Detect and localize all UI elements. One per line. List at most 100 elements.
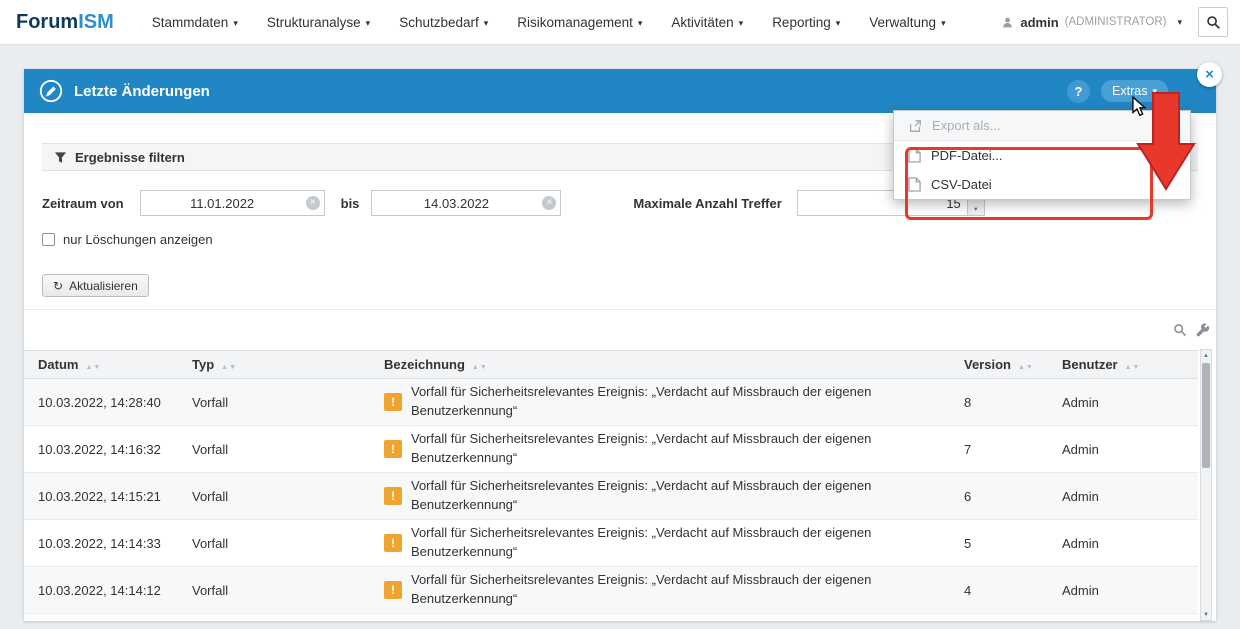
search-button[interactable] [1198,7,1228,37]
changes-table: Datum▲▼ Typ▲▼ Bezeichnung▲▼ Version▲▼ Be… [24,350,1198,614]
extras-label: Extras [1112,84,1147,98]
nav-item-verwaltung[interactable]: Verwaltung▾ [869,15,945,30]
cell-benutzer: Admin [1048,426,1198,473]
cell-benutzer: Admin [1048,379,1198,426]
column-label: Typ [192,357,214,372]
table-row[interactable]: 10.03.2022, 14:14:12 Vorfall !Vorfall fü… [24,567,1198,614]
cell-typ: Vorfall [178,567,370,614]
max-hits-label: Maximale Anzahl Treffer [633,196,781,211]
nav-item-label: Schutzbedarf [399,15,479,30]
to-label: bis [341,196,360,211]
results-table-section: Datum▲▼ Typ▲▼ Bezeichnung▲▼ Version▲▼ Be… [24,310,1216,614]
export-icon [908,119,922,133]
close-button[interactable]: × [1197,62,1222,87]
scroll-down-icon[interactable]: ▼ [1201,609,1211,620]
sort-icon: ▲▼ [85,364,101,371]
edit-circle-icon [38,78,64,104]
nav-item-risikomanagement[interactable]: Risikomanagement▾ [517,15,642,30]
nav-item-label: Aktivitäten [671,15,733,30]
column-header-bezeichnung[interactable]: Bezeichnung ▲▼ [370,351,950,379]
cell-typ: Vorfall [178,473,370,520]
table-row[interactable]: 10.03.2022, 14:28:40 Vorfall !Vorfall fü… [24,379,1198,426]
brand-part2: ISM [78,11,114,33]
column-label: Bezeichnung [384,357,465,372]
nav-item-stammdaten[interactable]: Stammdaten▾ [152,15,238,30]
user-name: admin [1020,15,1058,30]
nav-item-label: Risikomanagement [517,15,633,30]
cell-datum: 10.03.2022, 14:15:21 [24,473,178,520]
cell-version: 5 [950,520,1048,567]
chevron-down-icon: ▾ [836,18,841,28]
table-row[interactable]: 10.03.2022, 14:14:33 Vorfall !Vorfall fü… [24,520,1198,567]
cell-benutzer: Admin [1048,567,1198,614]
refresh-button[interactable]: ↻ Aktualisieren [42,274,149,297]
table-row[interactable]: 10.03.2022, 14:16:32 Vorfall !Vorfall fü… [24,426,1198,473]
table-search-icon[interactable] [1173,323,1187,337]
filter-row-checkbox: nur Löschungen anzeigen [42,232,1198,247]
table-tools [24,310,1216,342]
incident-warning-icon: ! [384,393,402,411]
filter-icon [54,151,67,164]
cell-typ: Vorfall [178,426,370,473]
menu-item-label: CSV-Datei [931,177,992,192]
cell-version: 4 [950,567,1048,614]
table-settings-wrench-icon[interactable] [1196,323,1210,337]
from-date-input[interactable] [140,190,325,216]
menu-item-label: PDF-Datei... [931,148,1003,163]
pdf-file-icon [908,148,921,163]
scrollbar-thumb[interactable] [1202,363,1210,468]
extras-button[interactable]: Extras ▾ [1101,80,1168,102]
sort-icon: ▲▼ [472,364,488,371]
navbar-right: admin (ADMINISTRATOR) ▾ [1001,7,1228,37]
cell-datum: 10.03.2022, 14:14:12 [24,567,178,614]
app-logo[interactable]: ForumISM [16,11,114,34]
main-menu: Stammdaten▾ Strukturanalyse▾ Schutzbedar… [152,15,946,30]
column-header-typ[interactable]: Typ▲▼ [178,351,370,379]
user-role: (ADMINISTRATOR) [1065,16,1167,28]
csv-file-icon [908,177,921,192]
menu-item-pdf-datei[interactable]: PDF-Datei... [894,141,1190,170]
nav-item-schutzbedarf[interactable]: Schutzbedarf ▾ [399,15,488,30]
column-header-benutzer[interactable]: Benutzer▲▼ [1048,351,1198,379]
dropdown-header-export-als: Export als... [894,111,1190,141]
sort-icon: ▲▼ [1125,364,1141,371]
filter-heading-label: Ergebnisse filtern [75,150,185,165]
user-menu[interactable]: admin (ADMINISTRATOR) ▾ [1001,15,1182,30]
help-button[interactable]: ? [1067,80,1090,103]
cell-typ: Vorfall [178,379,370,426]
incident-warning-icon: ! [384,581,402,599]
nav-item-label: Verwaltung [869,15,936,30]
from-date-wrap: × [140,190,325,216]
cell-bezeichnung: !Vorfall für Sicherheitsrelevantes Ereig… [370,379,950,426]
deletions-only-checkbox[interactable] [42,233,55,246]
nav-item-aktivitaeten[interactable]: Aktivitäten▾ [671,15,743,30]
chevron-down-icon: ▾ [1152,86,1157,96]
scroll-up-icon[interactable]: ▲ [1201,350,1211,361]
dropdown-header-label: Export als... [932,118,1001,133]
chevron-down-icon: ▾ [484,18,489,28]
nav-item-strukturanalyse[interactable]: Strukturanalyse▾ [267,15,370,30]
cell-bezeichnung: !Vorfall für Sicherheitsrelevantes Ereig… [370,567,950,614]
spinner-down-icon[interactable]: ▾ [968,203,984,215]
menu-item-csv-datei[interactable]: CSV-Datei [894,170,1190,199]
table-row[interactable]: 10.03.2022, 14:15:21 Vorfall !Vorfall fü… [24,473,1198,520]
panel-header-actions: ? Extras ▾ [1067,80,1168,103]
cell-datum: 10.03.2022, 14:28:40 [24,379,178,426]
chevron-down-icon: ▾ [366,18,371,28]
cell-bezeichnung: !Vorfall für Sicherheitsrelevantes Ereig… [370,473,950,520]
deletions-only-label: nur Löschungen anzeigen [63,232,213,247]
scrollbar-track[interactable] [1201,468,1211,609]
bezeichnung-text: Vorfall für Sicherheitsrelevantes Ereign… [411,430,916,468]
brand-part1: Forum [16,11,78,33]
column-header-datum[interactable]: Datum▲▼ [24,351,178,379]
nav-item-reporting[interactable]: Reporting▾ [772,15,840,30]
filter-row-actions: ↻ Aktualisieren [42,274,1198,297]
table-scrollbar[interactable]: ▲ ▼ [1200,349,1212,621]
bezeichnung-text: Vorfall für Sicherheitsrelevantes Ereign… [411,524,916,562]
cell-bezeichnung: !Vorfall für Sicherheitsrelevantes Ereig… [370,426,950,473]
clear-from-icon[interactable]: × [306,196,320,210]
to-date-input[interactable] [371,190,561,216]
from-label: Zeitraum von [42,196,124,211]
cell-datum: 10.03.2022, 14:14:33 [24,520,178,567]
column-header-version[interactable]: Version▲▼ [950,351,1048,379]
